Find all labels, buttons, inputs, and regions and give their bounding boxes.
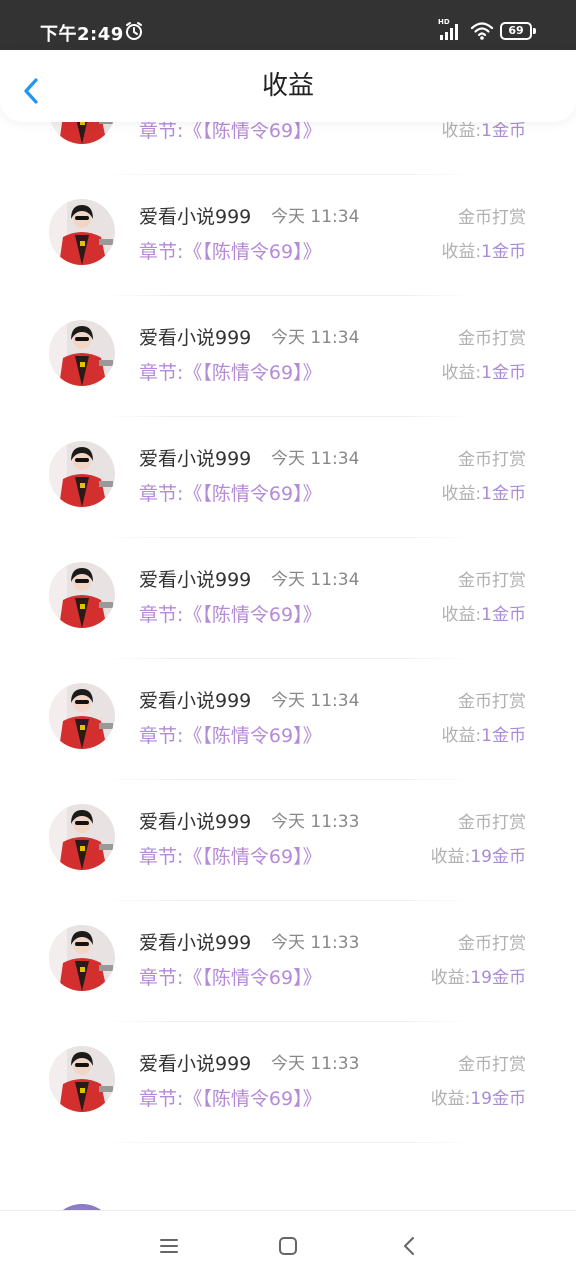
username: 爱看小说999 xyxy=(139,932,252,954)
timestamp: 今天 11:34 xyxy=(271,328,360,348)
chapter-link[interactable]: 章节:《【陈情令69】》 xyxy=(139,479,322,506)
avatar xyxy=(49,199,115,265)
avatar xyxy=(49,1046,115,1112)
avatar xyxy=(49,683,115,749)
list-item[interactable]: 爱看小说999 今天 11:33 金币打赏章节:《【陈情令69】》 收益:19金币 xyxy=(0,780,576,901)
reward-type: 金币打赏 xyxy=(458,934,526,954)
chapter-link[interactable]: 章节:《【陈情令69】》 xyxy=(139,358,322,385)
navigation-bar xyxy=(0,1210,576,1280)
income-label: 收益: xyxy=(441,605,482,625)
list-item[interactable]: 爱看小说999 今天 11:34 金币打赏章节:《【陈情令69】》 收益:1金币 xyxy=(0,538,576,659)
avatar xyxy=(49,562,115,628)
income-label: 收益: xyxy=(441,484,482,504)
menu-icon[interactable] xyxy=(158,1235,180,1257)
back-icon[interactable] xyxy=(398,1234,420,1258)
battery-icon: 69 xyxy=(500,22,536,40)
income-label: 收益: xyxy=(430,847,471,867)
timestamp: 今天 11:34 xyxy=(271,207,360,227)
page-title: 收益 xyxy=(261,71,314,101)
avatar xyxy=(49,320,115,386)
username: 爱看小说999 xyxy=(139,569,252,591)
username: 爱看小说999 xyxy=(139,1053,252,1075)
chapter-link[interactable]: 章节:《【陈情令69】》 xyxy=(139,237,322,264)
income-amount: 1金币 xyxy=(481,484,526,504)
header: 收益 xyxy=(0,50,576,122)
income-label: 收益: xyxy=(441,726,482,746)
list-item[interactable]: 爱看小说999 今天 11:34 金币打赏章节:《【陈情令69】》 收益:1金币 xyxy=(0,175,576,296)
signal-icon xyxy=(440,24,458,40)
list-item[interactable]: 爱看小说999 今天 11:33 金币打赏章节:《【陈情令69】》 收益:19金币 xyxy=(0,1022,576,1143)
timestamp: 今天 11:33 xyxy=(271,812,360,832)
income-text: 收益:1金币 xyxy=(441,600,526,625)
chapter-link[interactable]: 章节:《【陈情令69】》 xyxy=(139,600,322,627)
app-root: 下午2:49 HD 69 章节:《【陈情令69】》 收益:1金币 爱看小说999… xyxy=(0,0,576,1280)
username: 爱看小说999 xyxy=(139,206,252,228)
reward-type: 金币打赏 xyxy=(458,571,526,591)
reward-type: 金币打赏 xyxy=(458,813,526,833)
list-item[interactable]: 爱看小说999 今天 11:34 金币打赏章节:《【陈情令69】》 收益:1金币 xyxy=(0,417,576,538)
income-amount: 19金币 xyxy=(470,1089,526,1109)
reward-type: 金币打赏 xyxy=(458,208,526,228)
income-amount: 19金币 xyxy=(470,847,526,867)
reward-type: 金币打赏 xyxy=(458,692,526,712)
chapter-link[interactable]: 章节:《【陈情令69】》 xyxy=(139,963,322,990)
income-text: 收益:1金币 xyxy=(441,479,526,504)
list-item[interactable]: 爱看小说999 今天 11:34 金币打赏章节:《【陈情令69】》 收益:1金币 xyxy=(0,296,576,417)
income-label: 收益: xyxy=(441,363,482,383)
divider xyxy=(100,1142,476,1143)
income-amount: 1金币 xyxy=(481,605,526,625)
reward-type: 金币打赏 xyxy=(458,450,526,470)
alarm-icon xyxy=(126,22,142,40)
status-bar: 下午2:49 HD 69 xyxy=(0,0,576,50)
wifi-icon xyxy=(470,22,494,40)
battery-level: 69 xyxy=(508,24,524,37)
list-item[interactable]: 爱看小说999 今天 11:34 金币打赏章节:《【陈情令69】》 收益:1金币 xyxy=(0,659,576,780)
timestamp: 今天 11:34 xyxy=(271,449,360,469)
income-text: 收益:1金币 xyxy=(441,358,526,383)
timestamp: 今天 11:33 xyxy=(271,1054,360,1074)
home-icon[interactable] xyxy=(277,1235,299,1257)
username: 爱看小说999 xyxy=(139,811,252,833)
income-text: 收益:19金币 xyxy=(431,1084,526,1109)
timestamp: 今天 11:34 xyxy=(271,691,360,711)
income-amount: 1金币 xyxy=(481,121,526,141)
income-label: 收益: xyxy=(441,121,482,141)
chapter-link[interactable]: 章节:《【陈情令69】》 xyxy=(139,842,322,869)
timestamp: 今天 11:33 xyxy=(271,933,360,953)
list-item[interactable]: 爱看小说999 今天 11:33 金币打赏章节:《【陈情令69】》 收益:19金币 xyxy=(0,901,576,1022)
reward-type: 金币打赏 xyxy=(458,329,526,349)
income-label: 收益: xyxy=(430,968,471,988)
chapter-link[interactable]: 章节:《【陈情令69】》 xyxy=(139,721,322,748)
income-amount: 1金币 xyxy=(481,726,526,746)
avatar xyxy=(49,441,115,507)
timestamp: 今天 11:34 xyxy=(271,570,360,590)
income-label: 收益: xyxy=(430,1089,471,1109)
username: 爱看小说999 xyxy=(139,690,252,712)
income-list[interactable]: 章节:《【陈情令69】》 收益:1金币 爱看小说999 今天 11:34 金币打赏章… xyxy=(0,88,576,1210)
income-amount: 1金币 xyxy=(481,363,526,383)
status-time: 下午2:49 xyxy=(40,24,124,45)
reward-type: 金币打赏 xyxy=(458,1055,526,1075)
username: 爱看小说999 xyxy=(139,327,252,349)
income-amount: 1金币 xyxy=(481,242,526,262)
chapter-link[interactable]: 章节:《【陈情令69】》 xyxy=(139,1084,322,1111)
avatar xyxy=(49,804,115,870)
income-text: 收益:1金币 xyxy=(441,237,526,262)
income-label: 收益: xyxy=(441,242,482,262)
avatar xyxy=(49,925,115,991)
income-text: 收益:19金币 xyxy=(431,963,526,988)
income-text: 收益:1金币 xyxy=(441,721,526,746)
income-amount: 19金币 xyxy=(470,968,526,988)
income-text: 收益:19金币 xyxy=(431,842,526,867)
username: 爱看小说999 xyxy=(139,448,252,470)
